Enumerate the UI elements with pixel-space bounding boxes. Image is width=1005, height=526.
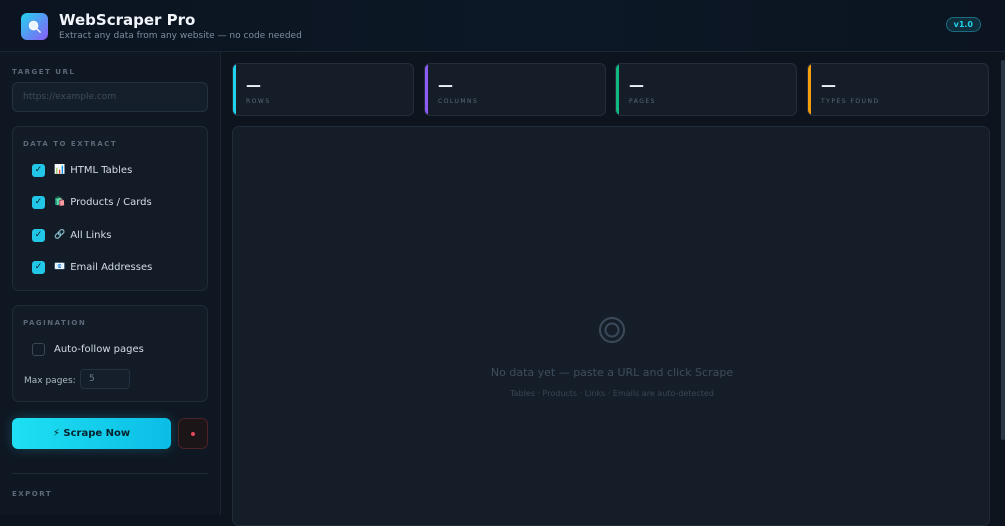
checkbox[interactable]: ✓ bbox=[32, 195, 45, 209]
scrape-now-button[interactable]: ⚡ Scrape Now bbox=[12, 418, 171, 449]
stat-label: COLUMNS bbox=[438, 98, 479, 105]
option-products-cards[interactable]: ✓ 🛍️ Products / Cards bbox=[32, 195, 152, 209]
app-title: WebScraper Pro bbox=[59, 11, 196, 29]
app-subtitle: Extract any data from any website — no c… bbox=[59, 31, 302, 41]
app-header: WebScraper Pro Extract any data from any… bbox=[0, 0, 1005, 52]
check-icon: ✓ bbox=[34, 229, 43, 240]
target-icon bbox=[598, 316, 626, 344]
stop-button[interactable] bbox=[178, 418, 208, 449]
pagination-card: PAGINATION Auto-follow pages Max pages: bbox=[12, 305, 208, 402]
auto-follow-option[interactable]: Auto-follow pages bbox=[32, 342, 144, 356]
checkbox[interactable]: ✓ bbox=[32, 260, 45, 274]
email-icon: 📧 bbox=[54, 262, 66, 272]
export-label: EXPORT bbox=[12, 490, 53, 498]
url-input[interactable] bbox=[12, 82, 208, 112]
chart-icon: 📊 bbox=[54, 165, 66, 175]
option-label: All Links bbox=[70, 229, 112, 241]
pagination-label: PAGINATION bbox=[23, 319, 87, 327]
max-pages-input[interactable] bbox=[80, 369, 130, 389]
stat-value: — bbox=[438, 76, 453, 94]
auto-follow-label: Auto-follow pages bbox=[54, 343, 144, 355]
accent-bar bbox=[425, 64, 428, 115]
target-url-label: TARGET URL bbox=[12, 68, 76, 76]
stat-card-columns: — COLUMNS bbox=[424, 63, 606, 116]
link-icon: 🔗 bbox=[54, 230, 66, 240]
data-extract-label: DATA TO EXTRACT bbox=[23, 140, 118, 148]
option-all-links[interactable]: ✓ 🔗 All Links bbox=[32, 228, 111, 242]
stat-label: TYPES FOUND bbox=[821, 98, 880, 105]
option-label: HTML Tables bbox=[70, 164, 133, 176]
stat-value: — bbox=[629, 76, 644, 94]
auto-follow-checkbox[interactable] bbox=[32, 342, 45, 356]
scrollbar-thumb[interactable] bbox=[1001, 60, 1005, 440]
accent-bar bbox=[233, 64, 236, 115]
app-logo bbox=[21, 13, 48, 40]
max-pages-label: Max pages: bbox=[24, 376, 76, 386]
sidebar: TARGET URL DATA TO EXTRACT ✓ 📊 HTML Tabl… bbox=[0, 52, 221, 515]
shopping-bags-icon: 🛍️ bbox=[54, 197, 66, 207]
option-email-addresses[interactable]: ✓ 📧 Email Addresses bbox=[32, 260, 152, 274]
stat-label: ROWS bbox=[246, 98, 271, 105]
accent-bar bbox=[616, 64, 619, 115]
option-html-tables[interactable]: ✓ 📊 HTML Tables bbox=[32, 163, 132, 177]
results-panel: No data yet — paste a URL and click Scra… bbox=[232, 126, 990, 526]
checkbox[interactable]: ✓ bbox=[32, 228, 45, 242]
stat-card-rows: — ROWS bbox=[232, 63, 414, 116]
scrollbar[interactable] bbox=[1001, 52, 1005, 515]
option-label: Products / Cards bbox=[70, 196, 152, 208]
check-icon: ✓ bbox=[34, 261, 43, 272]
empty-state-subtitle: Tables · Products · Links · Emails are a… bbox=[510, 389, 714, 398]
version-badge: v1.0 bbox=[945, 17, 981, 32]
accent-bar bbox=[808, 64, 811, 115]
stat-value: — bbox=[246, 76, 261, 94]
option-label: Email Addresses bbox=[70, 261, 153, 273]
data-extract-card: DATA TO EXTRACT ✓ 📊 HTML Tables ✓ 🛍️ Pro… bbox=[12, 126, 208, 291]
stat-value: — bbox=[821, 76, 836, 94]
stat-card-types-found: — TYPES FOUND bbox=[807, 63, 989, 116]
search-icon bbox=[28, 20, 41, 33]
stat-card-pages: — PAGES bbox=[615, 63, 797, 116]
stop-icon bbox=[191, 431, 195, 436]
checkbox[interactable]: ✓ bbox=[32, 163, 45, 177]
check-icon: ✓ bbox=[34, 164, 43, 175]
divider bbox=[12, 473, 208, 474]
empty-state-title: No data yet — paste a URL and click Scra… bbox=[490, 366, 734, 379]
check-icon: ✓ bbox=[34, 196, 43, 207]
stat-label: PAGES bbox=[629, 98, 656, 105]
